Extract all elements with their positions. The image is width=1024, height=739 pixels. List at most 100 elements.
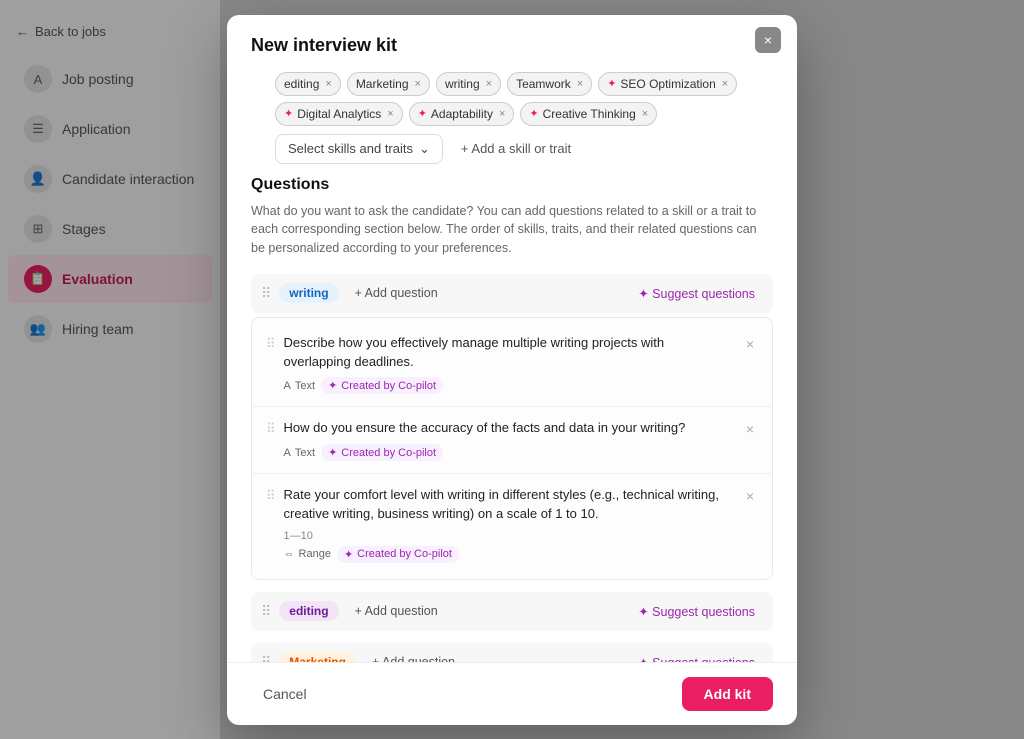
remove-question-button-q3[interactable]: × (740, 486, 760, 506)
copilot-icon-q1: ✦ (328, 379, 337, 392)
tags-area: editing × Marketing × writing × Teamwork × ✦ SEO … (251, 72, 773, 176)
tag-remove-marketing[interactable]: × (415, 78, 421, 90)
select-skills-label: Select skills and traits (288, 141, 413, 156)
tag-label: Teamwork (516, 77, 571, 91)
ai-tag-icon: ✦ (607, 77, 616, 90)
question-content-q3: Rate your comfort level with writing in … (284, 486, 758, 563)
skill-badge-editing: editing (279, 601, 338, 621)
type-icon-q1: A (284, 380, 291, 392)
tag-label: editing (284, 77, 319, 91)
question-card-q2: ⠿ How do you ensure the accuracy of the … (252, 407, 772, 474)
tag-remove-writing[interactable]: × (486, 78, 492, 90)
close-modal-button[interactable]: × (755, 27, 781, 53)
questions-description: What do you want to ask the candidate? Y… (251, 202, 773, 258)
question-text-q3: Rate your comfort level with writing in … (284, 486, 758, 524)
suggest-questions-button-marketing[interactable]: ✦ Suggest questions (630, 651, 763, 662)
question-drag-q1[interactable]: ⠿ (266, 336, 276, 352)
question-meta-q2: A Text ✦Created by Co-pilot (284, 444, 758, 461)
tag-label: Digital Analytics (297, 107, 381, 121)
skill-section-editing: ⠿ editing + Add question ✦ Suggest quest… (251, 592, 773, 631)
question-type-q3: ⇔ Range (284, 548, 331, 560)
drag-handle-writing[interactable]: ⠿ (261, 285, 271, 302)
skill-section-marketing: ⠿ Marketing + Add question ✦ Suggest que… (251, 643, 773, 662)
question-inner-q2: ⠿ How do you ensure the accuracy of the … (266, 419, 758, 461)
modal-body: Questions What do you want to ask the ca… (227, 176, 797, 662)
question-inner-q3: ⠿ Rate your comfort level with writing i… (266, 486, 758, 563)
tag-digital-analytics: ✦ Digital Analytics × (275, 102, 403, 126)
ai-tag-icon: ✦ (418, 107, 427, 120)
tags-row: editing × Marketing × writing × Teamwork × ✦ SEO … (275, 72, 749, 126)
modal-header: New interview kit × editing×Marketing×wr… (227, 15, 797, 176)
questions-list-writing: ⠿ Describe how you effectively manage mu… (251, 317, 773, 580)
suggest-questions-button-editing[interactable]: ✦ Suggest questions (630, 600, 763, 623)
suggest-questions-button-writing[interactable]: ✦ Suggest questions (630, 282, 763, 305)
tag-remove-adaptability[interactable]: × (499, 108, 505, 120)
question-text-q1: Describe how you effectively manage mult… (284, 334, 758, 372)
ai-tag-icon: ✦ (529, 107, 538, 120)
tag-creative-thinking: ✦ Creative Thinking × (520, 102, 657, 126)
add-question-button-writing[interactable]: + Add question (347, 282, 446, 304)
question-meta-q3: ⇔ Range ✦Created by Co-pilot (284, 546, 758, 563)
skill-section-left-writing: ⠿ writing + Add question (261, 282, 446, 304)
question-content-q2: How do you ensure the accuracy of the fa… (284, 419, 758, 461)
new-interview-kit-modal: New interview kit × editing×Marketing×wr… (227, 15, 797, 725)
question-drag-q3[interactable]: ⠿ (266, 488, 276, 504)
tag-teamwork: Teamwork × (507, 72, 592, 96)
chevron-down-icon: ⌄ (419, 141, 430, 157)
tag-remove-digital-analytics[interactable]: × (387, 108, 393, 120)
skill-section-header-marketing: ⠿ Marketing + Add question ✦ Suggest que… (251, 643, 773, 662)
question-inner-q1: ⠿ Describe how you effectively manage mu… (266, 334, 758, 395)
tag-label: Creative Thinking (543, 107, 636, 121)
tag-label: Adaptability (431, 107, 493, 121)
tag-writing: writing × (436, 72, 501, 96)
question-card-q1: ⠿ Describe how you effectively manage mu… (252, 322, 772, 408)
tag-label: writing (445, 77, 480, 91)
close-icon: × (764, 32, 772, 48)
drag-handle-editing[interactable]: ⠿ (261, 603, 271, 620)
add-kit-button[interactable]: Add kit (682, 677, 773, 711)
tag-remove-teamwork[interactable]: × (577, 78, 583, 90)
tag-marketing: Marketing × (347, 72, 430, 96)
select-skills-dropdown[interactable]: Select skills and traits ⌄ (275, 134, 443, 164)
add-question-button-marketing[interactable]: + Add question (364, 651, 463, 661)
ai-tag-icon: ✦ (284, 107, 293, 120)
question-drag-q2[interactable]: ⠿ (266, 421, 276, 437)
question-type-q2: A Text (284, 447, 316, 459)
add-skill-button[interactable]: + Add a skill or trait (453, 135, 579, 162)
question-content-q1: Describe how you effectively manage mult… (284, 334, 758, 395)
questions-heading: Questions (251, 176, 773, 194)
add-question-button-editing[interactable]: + Add question (347, 600, 446, 622)
skill-section-writing: ⠿ writing + Add question ✦ Suggest quest… (251, 274, 773, 580)
modal-title: New interview kit (251, 35, 773, 56)
tag-remove-seo[interactable]: × (722, 78, 728, 90)
copilot-badge-q3: ✦Created by Co-pilot (337, 546, 459, 563)
cancel-button[interactable]: Cancel (251, 678, 319, 710)
question-text-q2: How do you ensure the accuracy of the fa… (284, 419, 758, 438)
type-icon-q2: A (284, 447, 291, 459)
tag-remove-editing[interactable]: × (325, 78, 331, 90)
skill-badge-writing: writing (279, 283, 338, 303)
tag-remove-creative-thinking[interactable]: × (642, 108, 648, 120)
copilot-icon-q3: ✦ (344, 548, 353, 561)
skill-section-header-writing: ⠿ writing + Add question ✦ Suggest quest… (251, 274, 773, 313)
skill-sections: ⠿ writing + Add question ✦ Suggest quest… (251, 274, 773, 662)
skill-section-left-editing: ⠿ editing + Add question (261, 600, 446, 622)
select-row: Select skills and traits ⌄ + Add a skill… (275, 134, 749, 164)
tag-seo: ✦ SEO Optimization × (598, 72, 737, 96)
copilot-badge-q1: ✦Created by Co-pilot (321, 377, 443, 394)
question-meta-q1: A Text ✦Created by Co-pilot (284, 377, 758, 394)
drag-handle-marketing[interactable]: ⠿ (261, 654, 271, 662)
question-type-q1: A Text (284, 380, 316, 392)
skill-section-left-marketing: ⠿ Marketing + Add question (261, 651, 463, 661)
tag-label: Marketing (356, 77, 409, 91)
tag-editing: editing × (275, 72, 341, 96)
modal-footer: Cancel Add kit (227, 662, 797, 725)
skill-badge-marketing: Marketing (279, 652, 356, 661)
skill-section-header-editing: ⠿ editing + Add question ✦ Suggest quest… (251, 592, 773, 631)
add-skill-label: + Add a skill or trait (461, 141, 571, 156)
remove-question-button-q1[interactable]: × (740, 334, 760, 354)
remove-question-button-q2[interactable]: × (740, 419, 760, 439)
copilot-icon-q2: ✦ (328, 446, 337, 459)
tag-label: SEO Optimization (620, 77, 715, 91)
type-icon-q3: ⇔ (284, 548, 295, 560)
